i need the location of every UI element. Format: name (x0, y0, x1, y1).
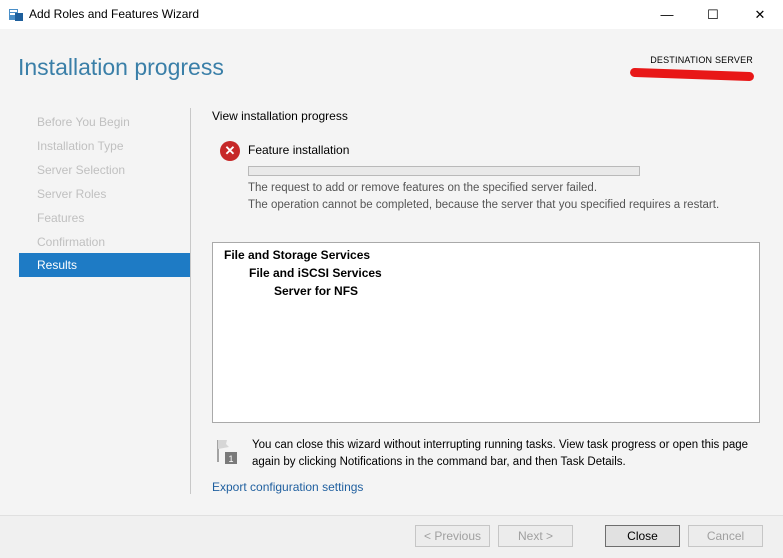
close-icon: ✕ (754, 6, 766, 22)
minimize-button[interactable]: — (644, 0, 690, 29)
list-item: File and iSCSI Services (249, 266, 382, 280)
error-message-line-1: The request to add or remove features on… (248, 182, 598, 194)
server-manager-icon (9, 9, 23, 21)
title-bar: Add Roles and Features Wizard — ☐ ✕ (0, 0, 783, 29)
maximize-icon: ☐ (707, 6, 719, 22)
page-title: Installation progress (18, 54, 224, 80)
nav-item-server-roles[interactable]: Server Roles (19, 182, 190, 206)
previous-button[interactable]: < Previous (415, 525, 490, 547)
flag-notification-icon: 1 (217, 440, 237, 464)
section-label: View installation progress (212, 109, 348, 123)
installation-progress-bar (248, 166, 640, 176)
error-message-line-2: The operation cannot be completed, becau… (248, 199, 720, 211)
minimize-icon: — (660, 7, 674, 22)
nav-divider (190, 108, 191, 494)
list-item: Server for NFS (274, 284, 359, 298)
nav-item-confirmation[interactable]: Confirmation (19, 230, 190, 254)
destination-server-label: DESTINATION SERVER (650, 55, 753, 65)
nav-item-server-selection[interactable]: Server Selection (19, 158, 190, 182)
close-button[interactable]: Close (605, 525, 680, 547)
nav-item-features[interactable]: Features (19, 206, 190, 230)
error-icon: ✕ (220, 141, 240, 161)
feature-installation-title: Feature installation (248, 143, 350, 157)
redaction-mark (629, 67, 755, 82)
next-button[interactable]: Next > (498, 525, 573, 547)
nav-item-before-you-begin[interactable]: Before You Begin (19, 110, 190, 134)
maximize-button[interactable]: ☐ (690, 0, 736, 29)
nav-item-results[interactable]: Results (19, 253, 190, 277)
notification-note: You can close this wizard without interr… (252, 439, 749, 468)
export-configuration-link[interactable]: Export configuration settings (212, 480, 363, 494)
wizard-header: Installation progress DESTINATION SERVER (0, 29, 783, 101)
nav-item-installation-type[interactable]: Installation Type (19, 134, 190, 158)
list-item: File and Storage Services (224, 248, 371, 262)
wizard-footer: < Previous Next > Close Cancel (0, 515, 783, 558)
close-window-button[interactable]: ✕ (737, 0, 783, 29)
window-title: Add Roles and Features Wizard (29, 7, 200, 21)
cancel-button[interactable]: Cancel (688, 525, 763, 547)
svg-text:1: 1 (228, 454, 233, 464)
feature-results-list[interactable]: File and Storage Services File and iSCSI… (212, 242, 760, 423)
